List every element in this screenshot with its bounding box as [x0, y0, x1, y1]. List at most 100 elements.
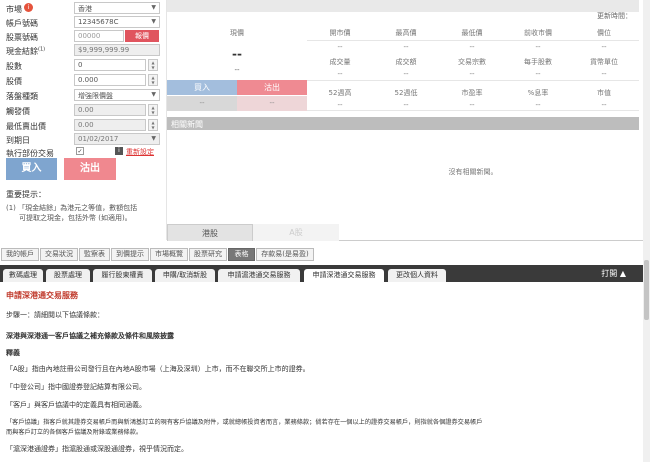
buy-button[interactable]: 買入: [6, 158, 57, 180]
cash-row: 現金結餘(1) $9,999,999.99: [4, 44, 160, 57]
tab-forms[interactable]: 表格: [228, 248, 255, 261]
expiry-select[interactable]: 01/02/2017 ▼: [74, 133, 160, 145]
value-52w-low: --: [403, 101, 409, 109]
account-select[interactable]: 12345678C ▼: [74, 16, 160, 28]
tab-a-shares[interactable]: A股: [253, 224, 339, 241]
doc-paragraph: 而與客戶訂立的各個客戶協議及附錄或業務條款。: [6, 429, 143, 436]
update-time: 更新時間：: [597, 12, 632, 20]
header-prev-close: 前收市價: [524, 29, 552, 37]
header-turnover: 成交額: [395, 58, 417, 66]
chevron-down-icon: ▼: [151, 18, 156, 25]
reset-link[interactable]: 重新設定: [126, 147, 154, 157]
tab-deposit[interactable]: 存款易(是易盈): [256, 248, 314, 261]
page-scrollbar[interactable]: [643, 0, 650, 462]
print-toggle[interactable]: 打開 ▲: [601, 268, 626, 279]
value-low: --: [469, 43, 475, 51]
cash-balance: $9,999,999.99: [74, 44, 160, 56]
tab-stock-research[interactable]: 股票研究: [189, 248, 227, 261]
notice-line: (1) 「現金結餘」為港元之等值，數額包括: [6, 204, 138, 212]
value-trades: --: [469, 70, 475, 78]
order-type-select[interactable]: 增強限價盤 ▼: [74, 89, 160, 101]
min-price-input[interactable]: 0.00: [74, 119, 146, 131]
down-icon[interactable]: ▼: [149, 80, 157, 85]
forms-subnav: 數碼處理 股票處理 履行股東權責 申購/取消新股 申請滬港通交易服務 申請深港通…: [0, 265, 650, 282]
order-type-label: 落盤種類: [6, 92, 38, 101]
subtab-shanghai-connect[interactable]: 申請滬港通交易服務: [218, 269, 300, 282]
header-high: 最高價: [395, 29, 417, 37]
notice-line: 可提取之現金，包括外幣 (如適用)。: [19, 214, 132, 222]
down-icon[interactable]: ▼: [149, 125, 157, 130]
tab-trade-status[interactable]: 交易狀況: [40, 248, 78, 261]
value-volume: --: [337, 70, 343, 78]
value-pe: --: [469, 101, 475, 109]
header-52w-high: 52週高: [328, 89, 352, 97]
doc-definitions: 釋義: [6, 349, 20, 357]
subtab-personal-info[interactable]: 更改個人資料: [388, 269, 446, 282]
value-market-cap: --: [601, 101, 607, 109]
value-currency: --: [601, 70, 607, 78]
down-icon[interactable]: ▼: [149, 65, 157, 70]
tab-market-overview[interactable]: 市場概覽: [150, 248, 188, 261]
doc-paragraph: 「A股」指由內地註冊公司發行且在內地A股市場（上海及深圳）上市，而不在聯交所上市…: [6, 365, 310, 373]
header-volume: 成交量: [329, 58, 351, 66]
subtab-stock-processing[interactable]: 股票處理: [46, 269, 90, 282]
chevron-down-icon: ▼: [151, 4, 156, 11]
bid-value: --: [167, 96, 237, 111]
trigger-label: 觸發價: [6, 107, 30, 116]
header-lot-size: 每手股數: [524, 58, 552, 66]
help-icon[interactable]: i: [115, 147, 123, 155]
min-price-label: 最低賣出價: [6, 122, 46, 131]
qty-stepper[interactable]: ▲ ▼: [148, 59, 158, 71]
tab-my-account[interactable]: 我的帳戶: [1, 248, 39, 261]
subtab-shareholder[interactable]: 履行股東權責: [93, 269, 152, 282]
tab-watchlist[interactable]: 監察表: [79, 248, 110, 261]
market-select[interactable]: 香港 ▼: [74, 2, 160, 14]
value-prev-close: --: [535, 43, 541, 51]
price-input[interactable]: 0.000: [74, 74, 146, 86]
info-icon[interactable]: i: [24, 3, 33, 12]
divider: [307, 80, 639, 81]
market-label: 市場: [6, 5, 22, 14]
notice-title: 重要提示：: [6, 190, 46, 199]
no-news-text: 沒有相關新聞。: [448, 168, 498, 176]
doc-paragraph: 「客戶協議」指客戶就其證券交易帳戶而與新鴻基訂立的現有客戶協議及附件，或就總帳投…: [6, 419, 483, 426]
scrollbar-thumb[interactable]: [644, 260, 649, 320]
subtab-ipo[interactable]: 申購/取消新股: [155, 269, 215, 282]
doc-paragraph: 「滬深港通證券」指滬股通或深股通證券，視乎情況而定。: [6, 445, 188, 453]
trigger-input[interactable]: 0.00: [74, 104, 146, 116]
quote-top-bar: [167, 0, 639, 12]
price-label: 股價: [6, 77, 22, 86]
main-nav: 我的帳戶 交易狀況 監察表 到價提示 市場概覽 股票研究 表格 存款易(是易盈): [0, 248, 650, 261]
quote-button[interactable]: 報價: [125, 30, 159, 42]
subtab-shenzhen-connect[interactable]: 申請深港通交易服務: [304, 269, 384, 282]
partial-checkbox[interactable]: ✓: [76, 147, 84, 155]
tab-hk-stocks[interactable]: 港股: [167, 224, 253, 241]
value-52w-high: --: [337, 101, 343, 109]
stock-input[interactable]: 00000: [74, 30, 124, 42]
min-price-row: 最低賣出價 0.00 ▲ ▼: [4, 119, 160, 132]
header-spread: 價位: [597, 29, 611, 37]
down-icon[interactable]: ▼: [149, 110, 157, 115]
tab-price-alert[interactable]: 到價提示: [111, 248, 149, 261]
price-stepper[interactable]: ▲ ▼: [148, 74, 158, 86]
value-high: --: [403, 43, 409, 51]
value-turnover: --: [403, 70, 409, 78]
qty-label: 股數: [6, 62, 22, 71]
min-price-stepper[interactable]: ▲ ▼: [148, 119, 158, 131]
doc-step: 步驟一：請細閱以下協議條款：: [6, 311, 104, 319]
agreement-document: 申請深港通交易服務 步驟一：請細閱以下協議條款： 深港與深港通一客戶協議之補充條…: [0, 282, 643, 462]
doc-heading: 深港與深港通一客戶協議之補充條款及條件和風險披露: [6, 332, 174, 340]
qty-input[interactable]: 0: [74, 59, 146, 71]
account-row: 帳戶號碼 12345678C ▼: [4, 16, 160, 29]
divider: [307, 40, 639, 41]
expiry-row: 到期日 01/02/2017 ▼: [4, 133, 160, 146]
sell-button[interactable]: 沽出: [64, 158, 116, 180]
account-label: 帳戶號碼: [6, 19, 38, 28]
header-open: 開市價: [329, 29, 351, 37]
stock-row: 股票號碼 00000 報價: [4, 30, 160, 43]
subtab-digital[interactable]: 數碼處理: [3, 269, 43, 282]
order-form: 市場 i 香港 ▼ 帳戶號碼 12345678C ▼ 股票號碼 00000 報價 現…: [0, 0, 162, 245]
trigger-stepper[interactable]: ▲ ▼: [148, 104, 158, 116]
chevron-down-icon: ▼: [151, 91, 156, 98]
quote-panel: 更新時間： 現價 -- -- 開市價 最高價 最低價 前收市價 價位 -- --…: [166, 0, 645, 241]
